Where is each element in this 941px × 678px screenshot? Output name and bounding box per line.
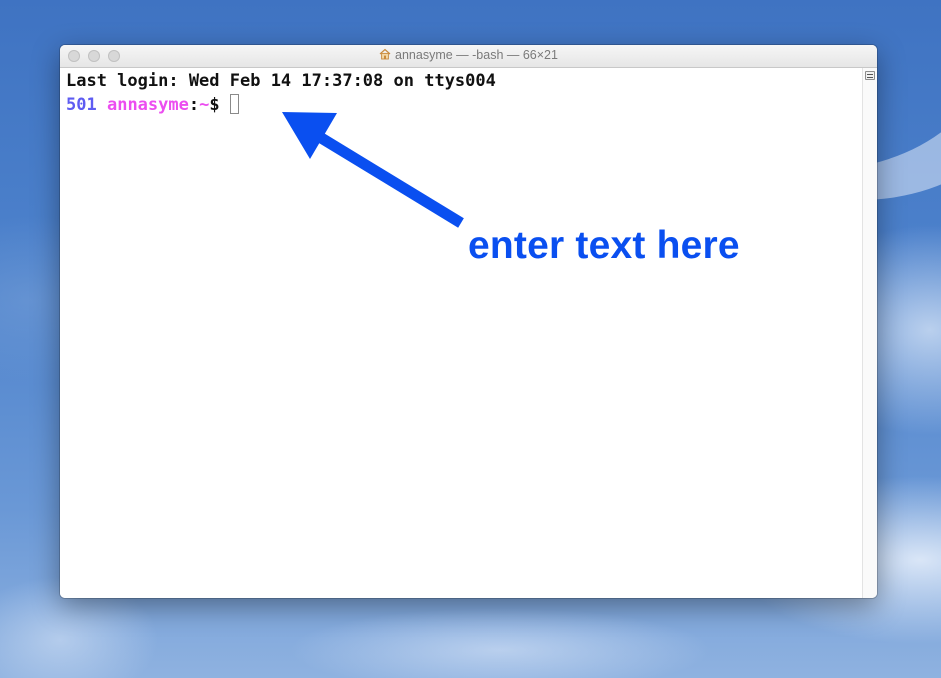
prompt-uid: 501 bbox=[66, 95, 97, 115]
scrollbar[interactable] bbox=[862, 68, 877, 598]
window-title-text: annasyme — -bash — 66×21 bbox=[395, 48, 558, 62]
prompt-colon: : bbox=[188, 95, 200, 115]
split-pane-icon[interactable] bbox=[865, 71, 875, 80]
title-bar[interactable]: annasyme — -bash — 66×21 bbox=[60, 45, 877, 68]
terminal-content[interactable]: Last login: Wed Feb 14 17:37:08 on ttys0… bbox=[60, 68, 862, 598]
last-login-line: Last login: Wed Feb 14 17:37:08 on ttys0… bbox=[66, 71, 496, 91]
prompt-path: ~ bbox=[199, 95, 210, 115]
home-icon bbox=[379, 48, 391, 60]
prompt-symbol: $ bbox=[209, 95, 220, 115]
window-title: annasyme — -bash — 66×21 bbox=[60, 48, 877, 62]
terminal-window[interactable]: annasyme — -bash — 66×21 Last login: Wed… bbox=[60, 45, 877, 598]
prompt-line[interactable]: 501 annasyme:~$ bbox=[66, 94, 239, 116]
prompt-username: annasyme bbox=[106, 95, 189, 115]
annotation-label: enter text here bbox=[468, 224, 740, 267]
text-cursor[interactable] bbox=[229, 94, 239, 114]
